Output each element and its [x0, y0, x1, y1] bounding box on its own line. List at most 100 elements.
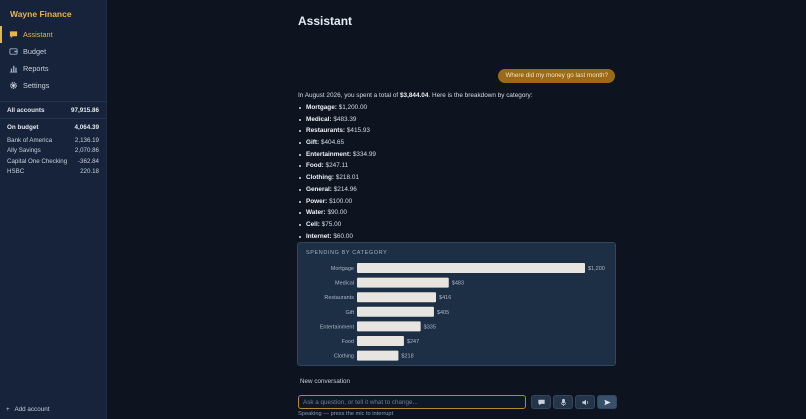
list-item: Food: $247.11	[298, 160, 616, 172]
send-icon	[603, 399, 611, 405]
all-accounts-label: All accounts	[7, 107, 45, 114]
answer-total: $3,844.04	[399, 92, 429, 99]
chart-category-label: Clothing	[334, 354, 354, 360]
chart-category-label: Restaurants	[324, 295, 354, 301]
category-amount: $404.65	[320, 139, 345, 147]
on-budget-value: 4,064.39	[74, 124, 99, 131]
list-item: Restaurants: $415.93	[298, 125, 616, 137]
account-balance: 2,136.19	[74, 137, 99, 144]
plus-icon: +	[6, 406, 10, 413]
chart-value-label: $405	[437, 310, 449, 316]
category-name: General:	[306, 185, 332, 193]
user-message-bubble: Where did my money go last month?	[498, 69, 615, 83]
category-name: Entertainment:	[306, 150, 352, 158]
spending-chart-card: SPENDING BY CATEGORY Mortgage $1,200 Medic…	[297, 242, 616, 366]
account-balance: -362.84	[78, 157, 99, 165]
list-item: Gift: $404.65	[298, 137, 616, 149]
category-amount: $60.00	[333, 232, 353, 240]
all-accounts-row[interactable]: All accounts 97,915.86	[7, 107, 99, 114]
chart-bar	[357, 350, 399, 361]
chat-icon	[9, 30, 18, 39]
account-row[interactable]: HSBC 220.18	[7, 168, 99, 178]
chart-bar	[357, 336, 404, 346]
chart-value-label: $218	[401, 354, 413, 360]
sidebar-item-budget[interactable]: Budget	[0, 43, 107, 60]
category-amount: $483.39	[333, 115, 357, 123]
gear-icon	[9, 81, 18, 90]
list-item: Internet: $60.00	[298, 231, 616, 243]
category-name: Food:	[306, 162, 324, 170]
account-name: HSBC	[7, 168, 25, 176]
list-item: Clothing: $218.01	[298, 172, 616, 184]
category-amount: $247.11	[325, 162, 349, 170]
list-item: Mortgage: $1,200.00	[298, 102, 616, 114]
category-amount: $334.99	[352, 150, 376, 158]
on-budget-label: On budget	[7, 124, 39, 131]
account-list: Bank of America 2,136.19 Ally Savings 2,…	[7, 137, 99, 179]
list-item: Water: $90.00	[298, 207, 616, 219]
category-amount: $214.96	[333, 185, 357, 193]
account-row[interactable]: Capital One Checking -362.84	[7, 158, 99, 168]
chart-bar	[357, 277, 449, 288]
list-item: Power: $100.00	[298, 196, 616, 208]
page-title: Assistant	[298, 14, 353, 28]
category-amount: $75.00	[321, 220, 342, 228]
category-amount: $218.01	[335, 174, 359, 182]
breakdown-list: Mortgage: $1,200.00 Medical: $483.39 Res…	[298, 102, 616, 242]
list-item: General: $214.96	[298, 184, 616, 196]
send-button[interactable]	[597, 395, 617, 409]
chart-value-label: $483	[452, 281, 464, 287]
chart-value-label: $1,200	[588, 266, 605, 272]
category-amount: $415.93	[346, 127, 370, 135]
sidebar-item-label: Assistant	[23, 30, 53, 39]
speaker-icon	[581, 399, 588, 405]
add-account-label: Add account	[14, 406, 50, 413]
answer-intro: In August 2026, you spent a total of $3,…	[298, 91, 616, 102]
category-name: Restaurants:	[306, 127, 346, 135]
app-brand: Wayne Finance	[10, 9, 72, 19]
on-budget-row[interactable]: On budget 4,064.39	[7, 124, 99, 131]
speaker-button[interactable]	[575, 395, 595, 409]
bar-chart-icon	[9, 64, 18, 73]
category-name: Gift:	[306, 139, 320, 147]
sidebar: Wayne Finance Assistant Budget Reports S…	[0, 0, 107, 419]
sidebar-item-label: Budget	[23, 47, 47, 56]
new-conversation-button[interactable]: New conversation	[300, 378, 350, 385]
chart-bar	[357, 321, 421, 332]
mic-button[interactable]	[553, 395, 573, 409]
divider	[0, 118, 107, 119]
chat-bubble-icon	[537, 399, 545, 405]
chat-bubble-button[interactable]	[531, 395, 551, 409]
answer-suffix: . Here is the breakdown by category:	[428, 92, 533, 99]
category-amount: $1,200.00	[338, 104, 368, 111]
category-name: Mortgage:	[306, 104, 337, 111]
sidebar-item-settings[interactable]: Settings	[0, 77, 107, 94]
category-name: Power:	[306, 197, 328, 205]
chart-category-label: Medical	[335, 281, 354, 287]
add-account-button[interactable]: + Add account	[6, 406, 49, 413]
chart-category-label: Mortgage	[331, 266, 354, 272]
wallet-icon	[9, 47, 18, 56]
mic-icon	[560, 398, 566, 406]
account-name: Bank of America	[7, 137, 53, 144]
account-row[interactable]: Ally Savings 2,070.86	[7, 147, 99, 157]
chart-value-label: $335	[424, 324, 436, 330]
category-name: Internet:	[306, 232, 332, 240]
sidebar-item-assistant[interactable]: Assistant	[0, 26, 107, 43]
account-balance: 2,070.86	[74, 147, 99, 155]
category-amount: $90.00	[327, 209, 347, 217]
question-input[interactable]	[303, 396, 525, 408]
sidebar-item-label: Reports	[23, 64, 49, 73]
sidebar-item-label: Settings	[23, 81, 50, 90]
sidebar-item-reports[interactable]: Reports	[0, 60, 107, 77]
chart-value-label: $416	[439, 295, 451, 301]
divider	[0, 101, 107, 102]
chart-category-label: Food	[341, 339, 354, 345]
category-name: Cell:	[306, 220, 320, 228]
answer-prefix: In August 2026, you spent a total of	[298, 92, 400, 99]
account-row[interactable]: Bank of America 2,136.19	[7, 137, 99, 147]
account-name: Capital One Checking	[7, 157, 68, 165]
category-name: Medical:	[306, 115, 332, 123]
question-input-box[interactable]	[298, 395, 526, 409]
speaking-hint: Speaking — press the mic to interrupt	[298, 411, 394, 417]
